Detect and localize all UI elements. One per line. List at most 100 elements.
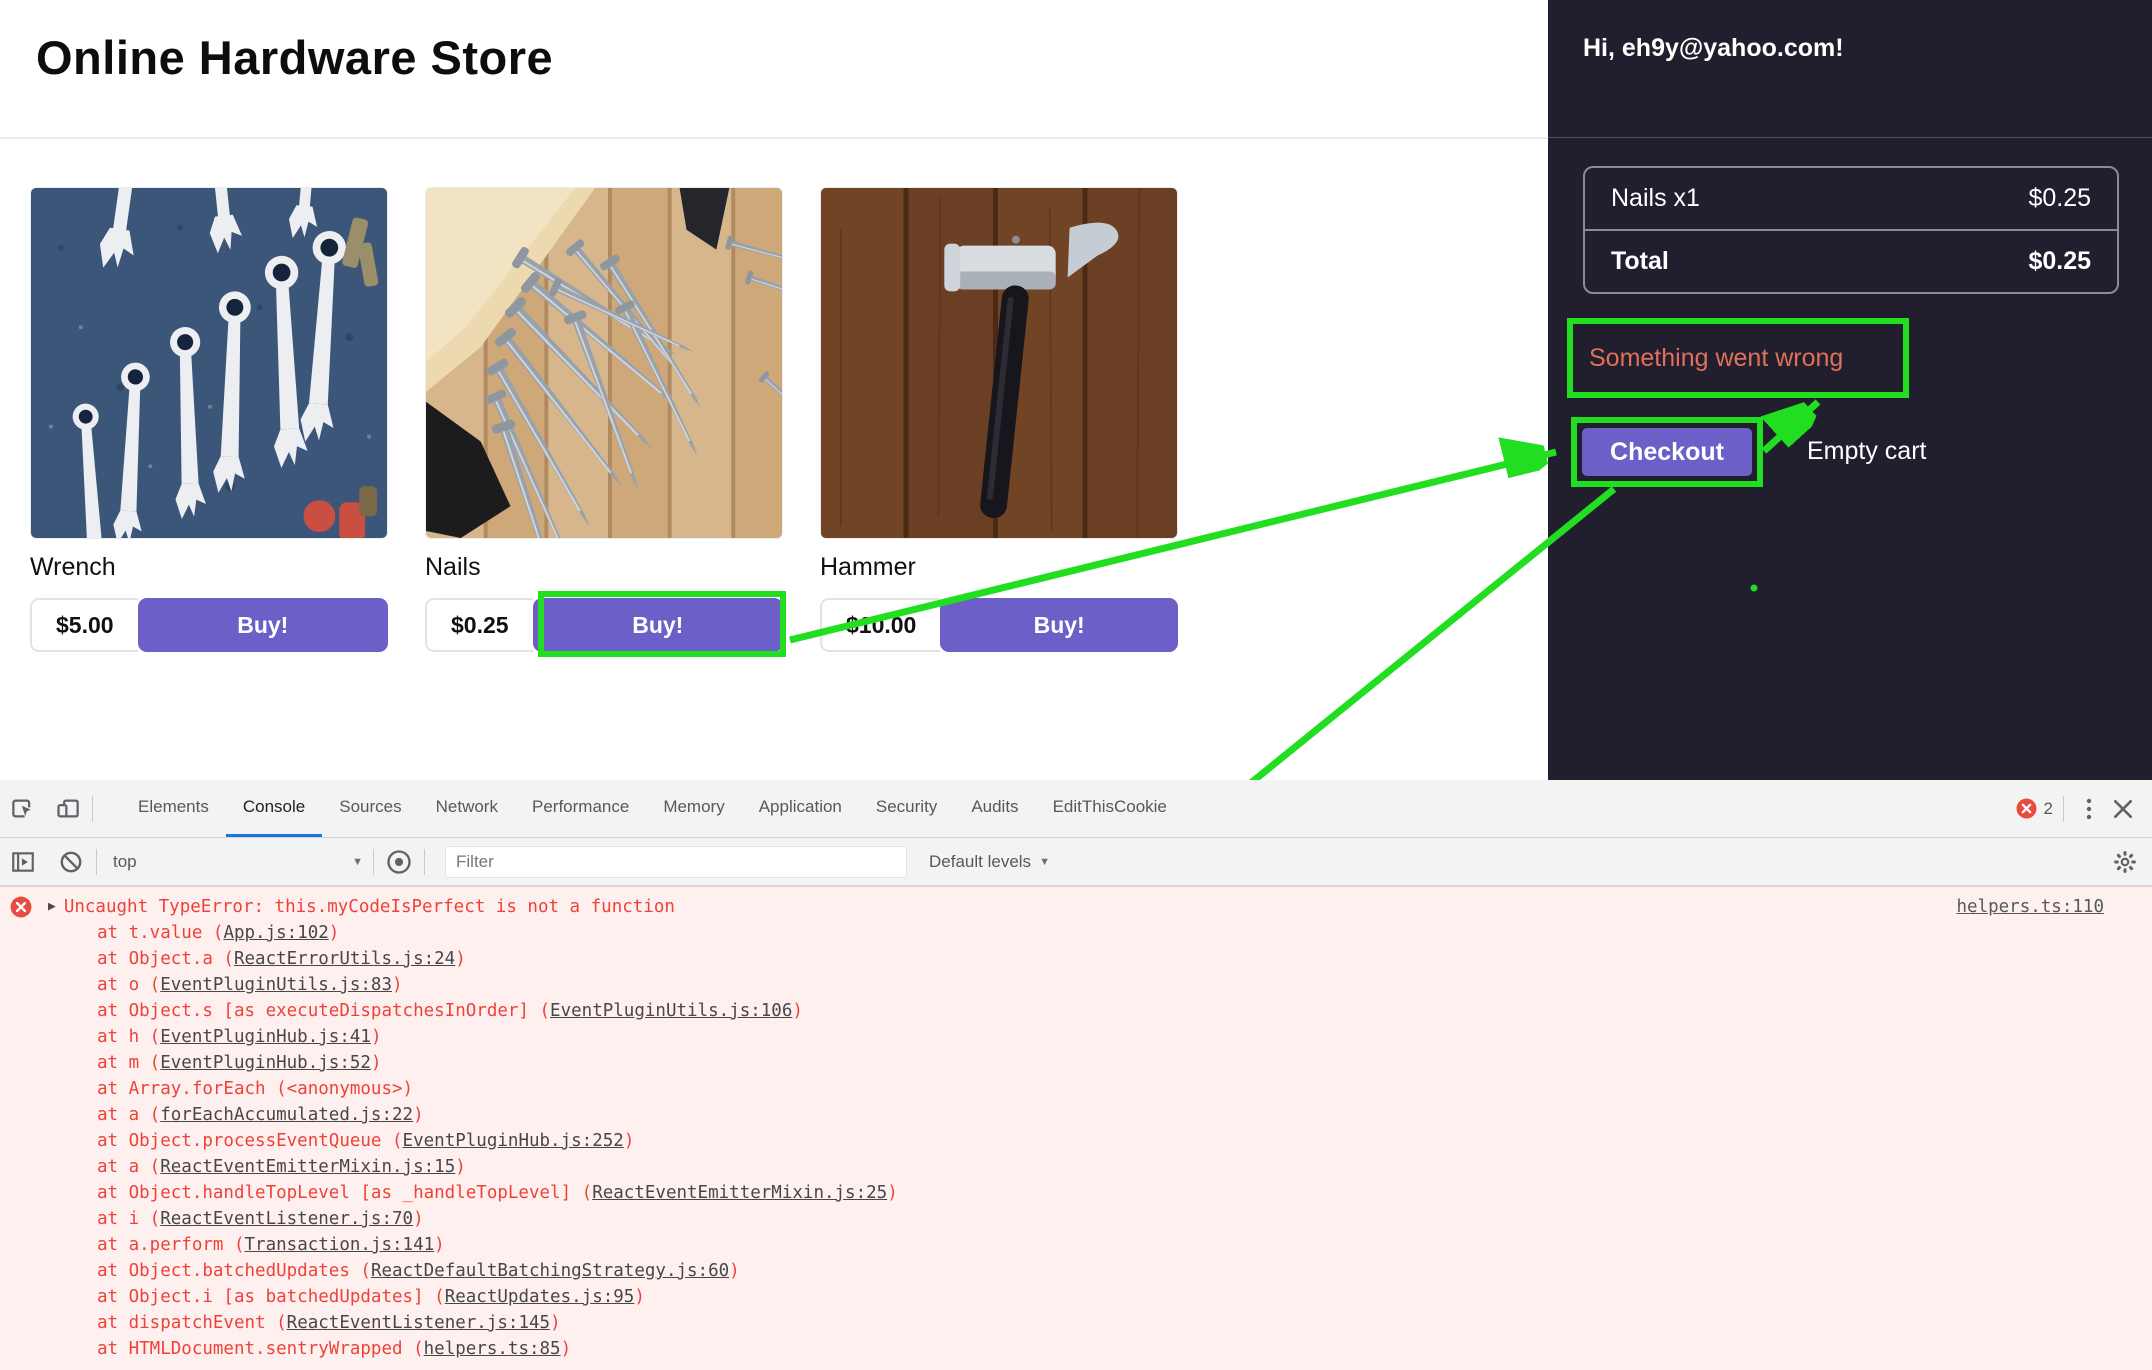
stack-file-link[interactable]: ReactEventListener.js:70 xyxy=(160,1209,413,1229)
cart-item-row: Nails x1 $0.25 xyxy=(1585,168,2117,229)
toolbar-divider xyxy=(92,796,93,822)
annotation-box-checkout: Checkout xyxy=(1571,417,1763,487)
error-count: 2 xyxy=(2044,799,2053,819)
chevron-down-icon: ▼ xyxy=(352,856,363,868)
console-source-link[interactable]: helpers.ts:110 xyxy=(1956,894,2104,920)
product-price: $5.00 xyxy=(30,598,138,652)
cart-summary-table: Nails x1 $0.25 Total $0.25 xyxy=(1583,166,2119,294)
toolbar-divider xyxy=(373,849,374,875)
stack-line: at Array.forEach (<anonymous>) xyxy=(97,1076,2152,1102)
close-devtools-icon[interactable] xyxy=(2108,794,2138,824)
console-sidebar-icon[interactable] xyxy=(8,847,38,877)
devtools-tabbar: ElementsConsoleSourcesNetworkPerformance… xyxy=(0,780,2152,838)
product-card-nails: Nails $0.25 Buy! xyxy=(425,187,783,652)
product-list: Wrench $5.00 Buy! xyxy=(30,187,1178,652)
tab-elements[interactable]: Elements xyxy=(121,780,226,837)
tab-network[interactable]: Network xyxy=(419,780,515,837)
levels-dropdown[interactable]: Default levels ▼ xyxy=(929,852,1050,872)
error-count-badge: 2 xyxy=(2016,798,2053,819)
stack-file-link[interactable]: ReactDefaultBatchingStrategy.js:60 xyxy=(371,1261,729,1281)
stack-file-link[interactable]: EventPluginHub.js:52 xyxy=(160,1053,371,1073)
hammer-product-image xyxy=(820,187,1178,539)
console-error-message: Uncaught TypeError: this.myCodeIsPerfect… xyxy=(64,894,1957,920)
context-selector-value: top xyxy=(113,852,137,872)
tab-application[interactable]: Application xyxy=(742,780,859,837)
nails-product-image xyxy=(425,187,783,539)
product-name: Nails xyxy=(425,553,783,582)
store-header: Online Hardware Store xyxy=(0,0,1548,139)
annotation-box-error-message: Something went wrong xyxy=(1567,318,1909,398)
levels-dropdown-value: Default levels xyxy=(929,852,1031,872)
stack-line: at m (EventPluginHub.js:52) xyxy=(97,1050,2152,1076)
stack-line: at Object.handleTopLevel [as _handleTopL… xyxy=(97,1180,2152,1206)
cart-total-value: $0.25 xyxy=(2028,247,2091,276)
cart-item-label: Nails x1 xyxy=(1611,184,1700,213)
stack-file-link[interactable]: EventPluginUtils.js:106 xyxy=(550,1001,792,1021)
stack-file-link[interactable]: Transaction.js:141 xyxy=(245,1235,435,1255)
inspect-element-icon[interactable] xyxy=(8,794,38,824)
stack-file-link[interactable]: ReactErrorUtils.js:24 xyxy=(234,949,455,969)
stack-file-link[interactable]: ReactEventEmitterMixin.js:25 xyxy=(592,1183,887,1203)
context-selector[interactable]: top ▼ xyxy=(113,852,363,872)
tab-performance[interactable]: Performance xyxy=(515,780,646,837)
cart-error-message: Something went wrong xyxy=(1573,344,1843,373)
tab-sources[interactable]: Sources xyxy=(322,780,418,837)
panel-divider xyxy=(1548,137,2152,138)
stack-trace: at t.value (App.js:102)at Object.a (Reac… xyxy=(0,920,2152,1362)
buy-button-hammer[interactable]: Buy! xyxy=(940,598,1178,652)
console-output: ▶ Uncaught TypeError: this.myCodeIsPerfe… xyxy=(0,886,2152,1370)
cart-total-row: Total $0.25 xyxy=(1585,229,2117,292)
product-card-wrench: Wrench $5.00 Buy! xyxy=(30,187,388,652)
buy-button-wrench[interactable]: Buy! xyxy=(138,598,388,652)
expand-triangle-icon[interactable]: ▶ xyxy=(48,894,56,920)
chevron-down-icon: ▼ xyxy=(1039,856,1050,868)
console-error-row: ▶ Uncaught TypeError: this.myCodeIsPerfe… xyxy=(0,887,2152,920)
tab-memory[interactable]: Memory xyxy=(646,780,741,837)
price-buy-row: $5.00 Buy! xyxy=(30,598,388,652)
console-toolbar: top ▼ Default levels ▼ xyxy=(0,838,2152,886)
checkout-button[interactable]: Checkout xyxy=(1582,428,1752,476)
eye-icon[interactable] xyxy=(384,847,414,877)
stack-line: at Object.a (ReactErrorUtils.js:24) xyxy=(97,946,2152,972)
buy-button-nails[interactable]: Buy! xyxy=(533,598,783,652)
stack-file-link[interactable]: forEachAccumulated.js:22 xyxy=(160,1105,413,1125)
devtools-panel: ElementsConsoleSourcesNetworkPerformance… xyxy=(0,780,2152,1370)
cart-item-price: $0.25 xyxy=(2028,184,2091,213)
stack-line: at t.value (App.js:102) xyxy=(97,920,2152,946)
tab-audits[interactable]: Audits xyxy=(954,780,1035,837)
user-greeting: Hi, eh9y@yahoo.com! xyxy=(1548,0,2152,63)
stack-file-link[interactable]: ReactEventListener.js:145 xyxy=(287,1313,550,1333)
wrench-product-image xyxy=(30,187,388,539)
stack-line: at a (ReactEventEmitterMixin.js:15) xyxy=(97,1154,2152,1180)
clear-console-icon[interactable] xyxy=(56,847,86,877)
stack-file-link[interactable]: EventPluginHub.js:41 xyxy=(160,1027,371,1047)
error-icon xyxy=(10,896,32,918)
product-price: $0.25 xyxy=(425,598,533,652)
kebab-menu-icon[interactable] xyxy=(2074,794,2104,824)
stack-file-link[interactable]: helpers.ts:85 xyxy=(424,1339,561,1359)
tab-editthiscookie[interactable]: EditThisCookie xyxy=(1036,780,1184,837)
stack-line: at o (EventPluginUtils.js:83) xyxy=(97,972,2152,998)
device-toolbar-icon[interactable] xyxy=(52,794,82,824)
empty-cart-link[interactable]: Empty cart xyxy=(1807,437,1926,466)
settings-gear-icon[interactable] xyxy=(2110,847,2140,877)
product-card-hammer: Hammer $10.00 Buy! xyxy=(820,187,1178,652)
stack-file-link[interactable]: ReactUpdates.js:95 xyxy=(445,1287,635,1307)
tab-console[interactable]: Console xyxy=(226,780,322,837)
stack-file-link[interactable]: EventPluginUtils.js:83 xyxy=(160,975,392,995)
stack-file-link[interactable]: EventPluginHub.js:252 xyxy=(403,1131,624,1151)
stack-line: at a.perform (Transaction.js:141) xyxy=(97,1232,2152,1258)
cart-total-label: Total xyxy=(1611,247,1669,276)
stack-file-link[interactable]: ReactEventEmitterMixin.js:15 xyxy=(160,1157,455,1177)
filter-input[interactable] xyxy=(445,846,907,878)
error-badge-icon xyxy=(2016,798,2037,819)
stack-line: at h (EventPluginHub.js:41) xyxy=(97,1024,2152,1050)
stack-line: at dispatchEvent (ReactEventListener.js:… xyxy=(97,1310,2152,1336)
tab-security[interactable]: Security xyxy=(859,780,954,837)
devtools-tabs: ElementsConsoleSourcesNetworkPerformance… xyxy=(121,780,1184,837)
toolbar-divider xyxy=(96,849,97,875)
product-name: Hammer xyxy=(820,553,1178,582)
price-buy-row: $0.25 Buy! xyxy=(425,598,783,652)
product-price: $10.00 xyxy=(820,598,940,652)
stack-file-link[interactable]: App.js:102 xyxy=(223,923,328,943)
